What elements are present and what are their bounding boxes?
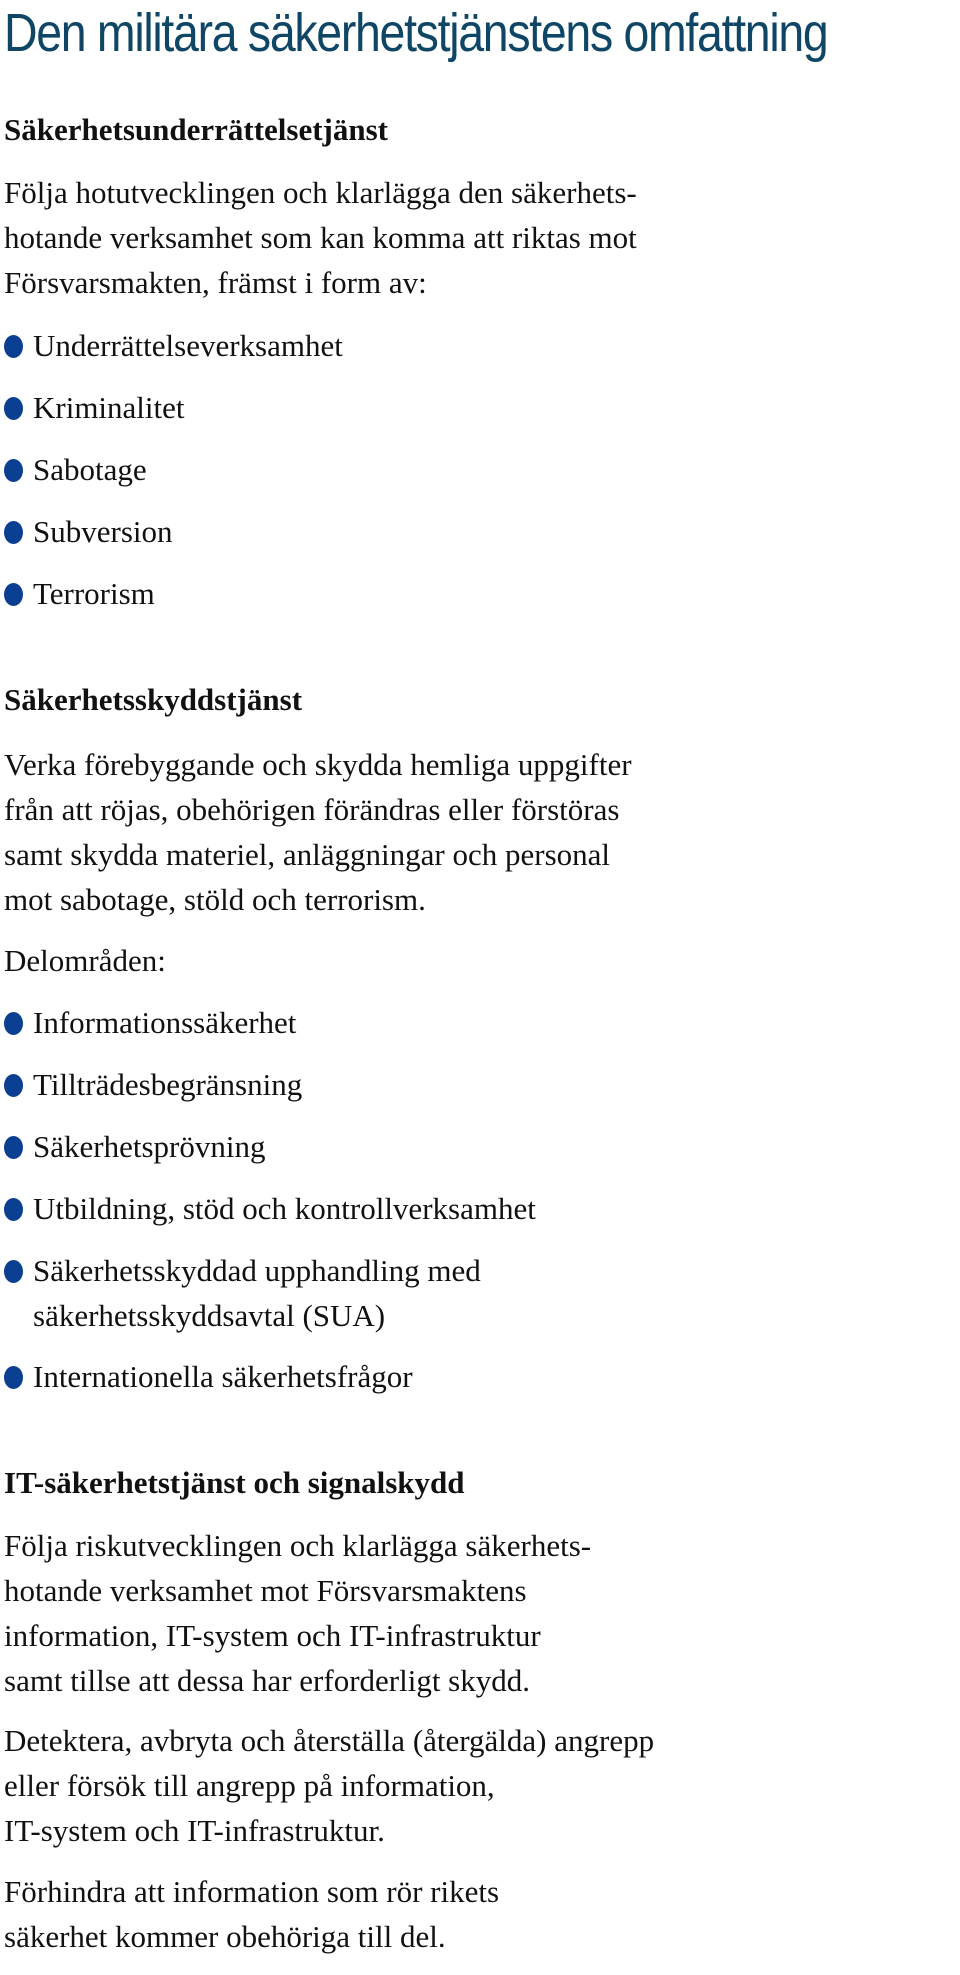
list-item: Sabotage bbox=[4, 447, 147, 492]
text-line: eller försök till angrepp på information… bbox=[4, 1768, 495, 1803]
text-line: Försvarsmakten, främst i form av: bbox=[4, 265, 427, 300]
sub-label: Delområden: bbox=[4, 943, 166, 978]
list-item: Säkerhetsprövning bbox=[4, 1124, 265, 1169]
list-item: Kriminalitet bbox=[4, 385, 185, 430]
bullet-icon bbox=[4, 1074, 23, 1097]
paragraph: Följa riskutvecklingen och klarlägga säk… bbox=[4, 1523, 591, 1703]
list-item-label: Underrättelseverksamhet bbox=[33, 328, 343, 363]
paragraph: Detektera, avbryta och återställa (återg… bbox=[4, 1718, 654, 1853]
list-item: Säkerhetsskyddad upphandling med säkerhet… bbox=[4, 1248, 481, 1338]
bullet-icon bbox=[4, 583, 23, 606]
text-line: mot sabotage, stöld och terrorism. bbox=[4, 882, 426, 917]
list-item-label: Utbildning, stöd och kontrollverksamhet bbox=[33, 1191, 536, 1226]
text-line: samt skydda materiel, anläggningar och p… bbox=[4, 837, 611, 872]
section-intro: Verka förebyggande och skydda hemliga up… bbox=[4, 742, 632, 922]
list-item-label: Subversion bbox=[33, 514, 173, 549]
section-heading: Säkerhetsskyddstjänst bbox=[4, 682, 303, 717]
section-intro: Följa hotutvecklingen och klarlägga den … bbox=[4, 170, 637, 305]
page-title: Den militära säkerhetstjänstens omfattni… bbox=[4, 3, 829, 63]
list-item-label: Säkerhetsprövning bbox=[33, 1129, 266, 1164]
list-item: Tillträdesbegränsning bbox=[4, 1062, 302, 1107]
list-item-label: Tillträdesbegränsning bbox=[33, 1067, 303, 1102]
list-item-label: Internationella säkerhetsfrågor bbox=[33, 1359, 413, 1394]
list-item-label: Informationssäkerhet bbox=[33, 1005, 297, 1040]
bullet-icon bbox=[4, 1366, 23, 1389]
paragraph: Förhindra att information som rör rikets… bbox=[4, 1869, 499, 1959]
bullet-icon bbox=[4, 1198, 23, 1221]
list-item: Underrättelseverksamhet bbox=[4, 323, 343, 368]
list-item: Subversion bbox=[4, 509, 173, 554]
bullet-icon bbox=[4, 1136, 23, 1159]
text-line: Följa hotutvecklingen och klarlägga den … bbox=[4, 175, 637, 210]
section-heading: IT-säkerhetstjänst och signalskydd bbox=[4, 1465, 465, 1500]
text-line: hotande verksamhet mot Försvarsmaktens bbox=[4, 1573, 527, 1608]
list-item-label-continuation: säkerhetsskyddsavtal (SUA) bbox=[33, 1298, 386, 1333]
text-line: information, IT-system och IT-infrastruk… bbox=[4, 1618, 541, 1653]
list-item: Internationella säkerhetsfrågor bbox=[4, 1354, 413, 1399]
bullet-icon bbox=[4, 521, 23, 544]
text-line: IT-system och IT-infrastruktur. bbox=[4, 1813, 385, 1848]
text-line: Förhindra att information som rör rikets bbox=[4, 1874, 500, 1909]
list-item-label: Sabotage bbox=[33, 452, 147, 487]
bullet-icon bbox=[4, 1260, 23, 1283]
text-line: från att röjas, obehörigen förändras ell… bbox=[4, 792, 620, 827]
bullet-icon bbox=[4, 1012, 23, 1035]
section-heading: Säkerhetsunderrättelsetjänst bbox=[4, 112, 389, 147]
text-line: Verka förebyggande och skydda hemliga up… bbox=[4, 747, 632, 782]
list-item-label: Säkerhetsskyddad upphandling med bbox=[33, 1253, 481, 1288]
bullet-icon bbox=[4, 335, 23, 358]
text-line: hotande verksamhet som kan komma att rik… bbox=[4, 220, 637, 255]
list-item: Utbildning, stöd och kontrollverksamhet bbox=[4, 1186, 536, 1231]
text-line: säkerhet kommer obehöriga till del. bbox=[4, 1919, 446, 1954]
list-item: Informationssäkerhet bbox=[4, 1000, 296, 1045]
list-item-label: Terrorism bbox=[33, 576, 155, 611]
list-item-label: Kriminalitet bbox=[33, 390, 185, 425]
text-line: Följa riskutvecklingen och klarlägga säk… bbox=[4, 1528, 592, 1563]
list-item: Terrorism bbox=[4, 571, 155, 616]
text-line: samt tillse att dessa har erforderligt s… bbox=[4, 1663, 531, 1698]
bullet-icon bbox=[4, 459, 23, 482]
text-line: Detektera, avbryta och återställa (återg… bbox=[4, 1723, 655, 1758]
bullet-icon bbox=[4, 397, 23, 420]
